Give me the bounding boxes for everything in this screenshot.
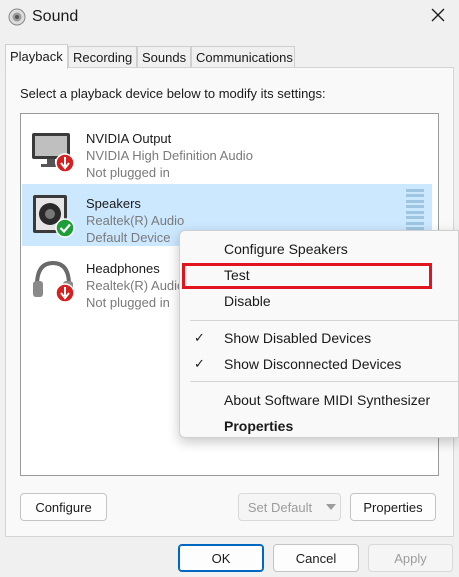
close-icon [431, 8, 445, 27]
headphones-icon [29, 255, 77, 305]
ok-button[interactable]: OK [178, 544, 264, 572]
context-menu: Configure Speakers Test Disable ✓ Show D… [179, 230, 459, 438]
speaker-app-icon [8, 8, 26, 26]
apply-button[interactable]: Apply [368, 544, 453, 572]
device-name: Headphones [86, 261, 160, 276]
menu-item-disable[interactable]: Disable [180, 288, 459, 314]
menu-item-show-disconnected-devices[interactable]: ✓ Show Disconnected Devices [180, 351, 459, 377]
tab-recording[interactable]: Recording [68, 46, 137, 68]
menu-item-properties[interactable]: Properties [180, 413, 459, 439]
device-row-nvidia-output[interactable]: NVIDIA Output NVIDIA High Definition Aud… [22, 119, 432, 181]
chevron-down-icon [325, 504, 336, 510]
instruction-text: Select a playback device below to modify… [20, 86, 326, 101]
device-status: Not plugged in [86, 295, 170, 310]
menu-item-about-midi-synthesizer[interactable]: About Software MIDI Synthesizer [180, 387, 459, 413]
device-status: Not plugged in [86, 165, 170, 180]
set-default-dropdown[interactable] [321, 493, 341, 521]
unplugged-badge-icon [55, 153, 75, 173]
menu-item-configure-speakers[interactable]: Configure Speakers [180, 236, 459, 262]
highlight-box [182, 263, 432, 289]
device-driver: NVIDIA High Definition Audio [86, 148, 253, 163]
tab-communications[interactable]: Communications [191, 46, 295, 68]
device-name: Speakers [86, 196, 141, 211]
set-default-button[interactable]: Set Default [238, 493, 322, 521]
device-driver: Realtek(R) Audio [86, 278, 185, 293]
menu-item-label: Show Disabled Devices [224, 330, 372, 346]
speaker-icon [29, 190, 77, 240]
menu-item-label: Disable [224, 293, 271, 309]
tab-sounds[interactable]: Sounds [137, 46, 191, 68]
device-status: Default Device [86, 230, 171, 245]
menu-item-label: Show Disconnected Devices [224, 356, 402, 372]
menu-separator [190, 320, 458, 321]
check-icon: ✓ [194, 330, 205, 345]
window-title: Sound [32, 8, 79, 25]
menu-item-label: About Software MIDI Synthesizer [224, 392, 431, 408]
menu-item-label: Configure Speakers [224, 241, 348, 257]
unplugged-badge-icon [55, 283, 75, 303]
properties-button[interactable]: Properties [350, 493, 436, 521]
menu-item-label: Properties [224, 418, 294, 434]
configure-button[interactable]: Configure [20, 493, 107, 521]
title-bar: Sound [0, 0, 459, 36]
default-check-badge-icon [55, 218, 75, 238]
tab-playback[interactable]: Playback [5, 44, 68, 69]
close-button[interactable] [422, 2, 454, 32]
monitor-icon [29, 125, 77, 175]
check-icon: ✓ [194, 356, 205, 371]
cancel-button[interactable]: Cancel [273, 544, 359, 572]
device-name: NVIDIA Output [86, 131, 172, 146]
menu-item-show-disabled-devices[interactable]: ✓ Show Disabled Devices [180, 325, 459, 351]
device-driver: Realtek(R) Audio [86, 213, 185, 228]
menu-separator [190, 381, 458, 382]
